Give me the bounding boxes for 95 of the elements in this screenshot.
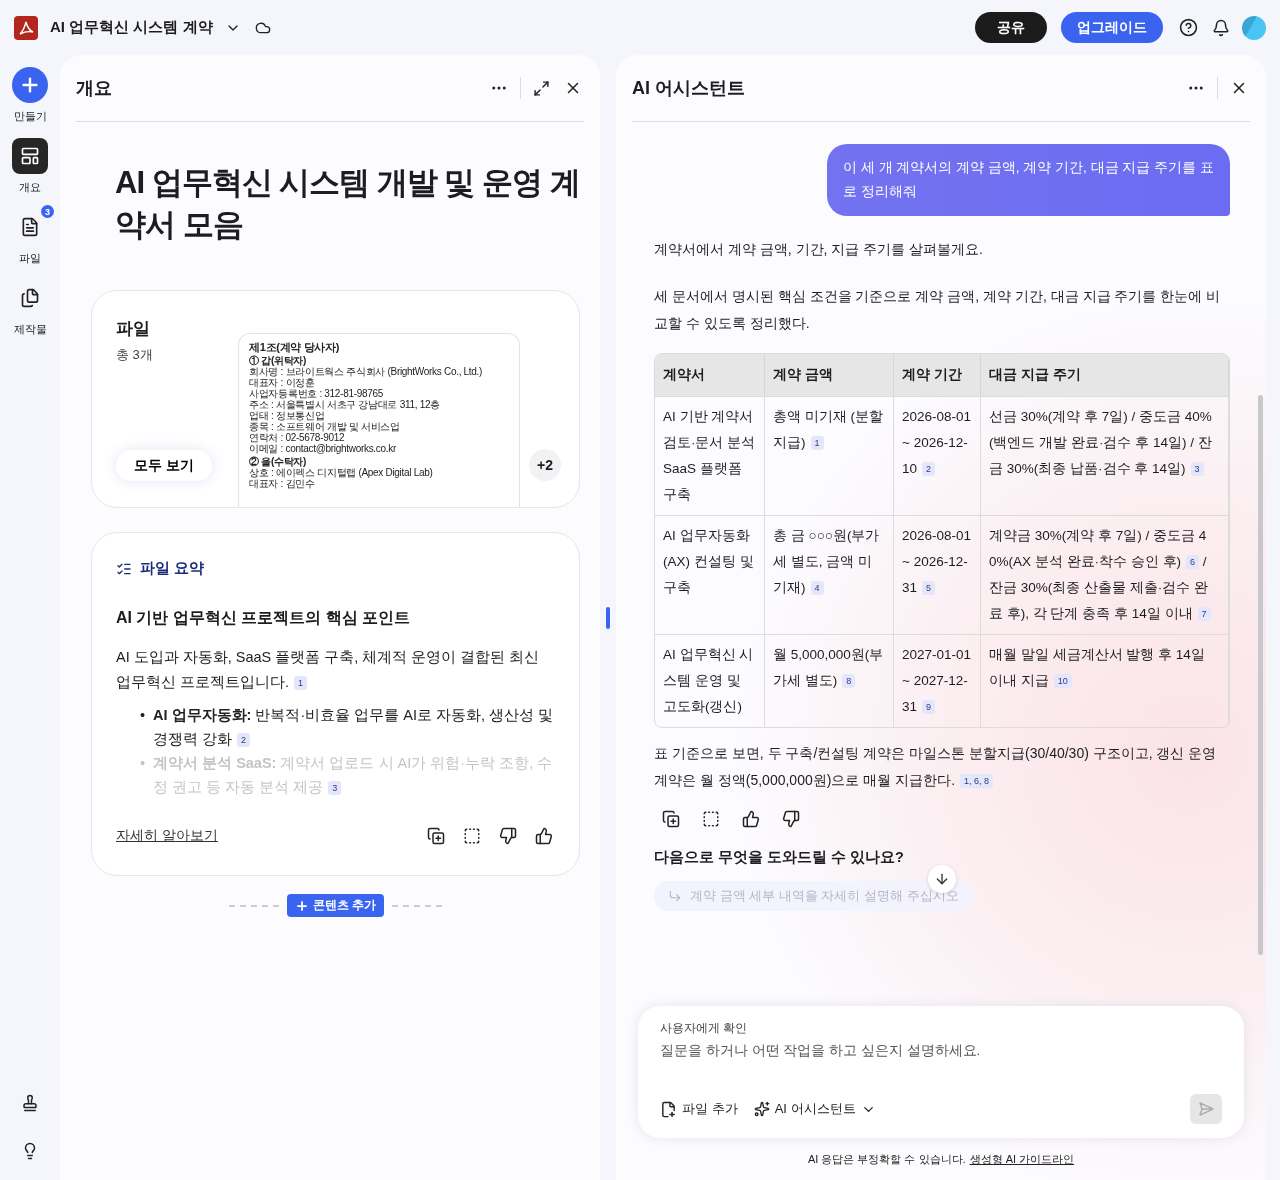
summary-bullet: 계약서 분석 SaaS: 계약서 업로드 시 AI가 위험·누락 조항, 수정 권고 등 자동 분석 제공 3 (153, 754, 554, 798)
thumbs-down-icon[interactable] (497, 825, 519, 847)
user-message: 이 세 개 계약서의 계약 금액, 계약 기간, 대금 지급 주기를 표로 정리해줘 (827, 144, 1230, 216)
add-file-button[interactable]: 파일 추가 (660, 1100, 738, 1118)
citation-chip[interactable]: 1 (294, 676, 308, 691)
sparkle-icon (753, 1101, 770, 1117)
citation-chip[interactable]: 8 (842, 674, 856, 689)
stacked-pages-icon (20, 288, 40, 308)
table-cell: AI 업무자동화(AX) 컨설팅 및 구축 (655, 515, 765, 634)
file-plus-icon (660, 1100, 677, 1118)
summary-bullet: AI 업무자동화: 반복적·비효율 업무를 AI로 자동화, 생산성 및 경쟁력 강화 2 (153, 706, 555, 750)
citation-chip[interactable]: 2 (237, 733, 251, 748)
document-preview[interactable] (238, 333, 520, 507)
assistant-text: 계약서에서 계약 금액, 기간, 지급 주기를 살펴볼게요. (654, 240, 984, 259)
thumbs-down-icon[interactable] (780, 808, 802, 830)
add-copy-icon[interactable] (660, 808, 682, 830)
document-icon (20, 217, 40, 237)
bullet-marker: • (140, 706, 146, 725)
upgrade-button[interactable]: 업그레이드 (1061, 12, 1163, 43)
table-cell: 2026-08-01 ~ 2026-12-31 5 (894, 515, 981, 634)
citation-chip[interactable]: 3 (1190, 462, 1204, 477)
citation-chip[interactable]: 7 (1197, 607, 1211, 622)
citation-chip[interactable]: 3 (328, 781, 342, 796)
document-text: 사업자등록번호 : 312-81-98765 (249, 388, 384, 399)
table-cell: 총액 미기재 (분할 지급) 1 (765, 396, 894, 515)
summary-paragraph: AI 도입과 자동화, SaaS 플랫폼 구축, 체계적 운영이 결합된 최신 업무혁신 프로젝트입니다. 1 (116, 648, 541, 693)
resize-handle[interactable] (606, 606, 610, 629)
guidelines-link[interactable]: 생성형 AI 가이드라인 (969, 1151, 1075, 1167)
column-header: 대금 지급 주기 (981, 354, 1229, 396)
document-text: 종목 : 소프트웨어 개발 및 서비스업 (249, 421, 401, 432)
table-cell: 월 5,000,000원(부가세 별도) 8 (765, 634, 894, 727)
learn-more-link[interactable]: 자세히 알아보기 (116, 827, 411, 845)
document-text: 대표자 : 이정훈 (249, 377, 316, 388)
rail-item[interactable]: 제작물 (12, 280, 48, 337)
document-text: 대표자 : 김민수 (249, 478, 316, 489)
scrollbar[interactable] (1258, 395, 1263, 955)
send-icon (1198, 1101, 1214, 1117)
chat-input-field[interactable]: 질문을 하거나 어떤 작업을 하고 싶은지 설명하세요. (660, 1043, 1222, 1058)
column-header: 계약서 (655, 354, 765, 396)
citation-chip[interactable]: 4 (810, 581, 824, 596)
table-cell: AI 기반 계약서 검토·문서 분석 SaaS 플랫폼 구축 (655, 396, 765, 515)
document-text: 이메일 : contact@brightworks.co.kr (249, 443, 397, 454)
corner-arrow-icon (668, 889, 682, 903)
more-files-count[interactable]: +2 (529, 449, 561, 481)
table-cell: 매월 말일 세금계산서 발행 후 14일 이내 지급 10 (981, 634, 1229, 727)
citation-chip[interactable]: 9 (922, 700, 936, 715)
view-all-button[interactable]: 모두 보기 (116, 450, 212, 481)
column-header: 계약 금액 (765, 354, 894, 396)
add-copy-icon[interactable] (425, 825, 447, 847)
avatar[interactable] (1242, 15, 1266, 40)
file-count: 총 3개 (116, 346, 154, 364)
table-cell: 선금 30%(계약 후 7일) / 중도금 40%(백엔드 개발 완료·검수 후 14일) / 잔금 30%(최종 납품·검수 후 14일) 3 (981, 396, 1229, 515)
citation-chip[interactable]: 5 (922, 581, 936, 596)
table-cell: 2027-01-01 ~ 2027-12-31 9 (894, 634, 981, 727)
assistant-text: 세 문서에서 명시된 핵심 조건을 기준으로 계약 금액, 계약 기간, 대금 지급 주기를 한눈에 비교할 수 있도록 정리했다. (654, 287, 1222, 333)
app-logo (14, 15, 38, 40)
citation-chip[interactable]: 10 (1053, 674, 1072, 689)
summary-label: 파일 요약 (116, 559, 555, 578)
help-icon[interactable] (1177, 16, 1200, 39)
assistant-mode-button[interactable]: AI 어시스턴트 (753, 1100, 876, 1118)
document-text: 회사명 : 브라이트웍스 주식회사 (BrightWorks Co., Ltd.) (249, 366, 484, 377)
next-heading: 다음으로 무엇을 도와드릴 수 있나요? (654, 848, 905, 867)
add-content-button[interactable]: 콘텐츠 추가 (286, 894, 385, 917)
plus-icon (294, 898, 309, 913)
count-badge: 3 (41, 205, 54, 218)
document-text: 제1조(계약 당사자) (249, 342, 341, 353)
panel-title: 개요 (76, 77, 113, 100)
bullet-marker: • (140, 754, 146, 773)
summary-heading: AI 기반 업무혁신 프로젝트의 핵심 포인트 (116, 608, 412, 628)
overview-title: AI 업무혁신 시스템 개발 및 운영 계약서 모음 (115, 164, 581, 244)
document-text: 연락처 : 02-5678-9012 (249, 432, 346, 443)
document-text: 업태 : 정보통신업 (249, 410, 326, 421)
table-cell: 계약금 30%(계약 후 7일) / 중도금 40%(AX 분석 완료·착수 승인 후) 6 / 잔금 30%(최종 산출물 제출·검수 완료 후), 각 단계 충족 후 14일 이내 7 (981, 515, 1229, 634)
citation-chip[interactable]: 1, 6, 8 (960, 774, 994, 789)
disclaimer-text: AI 응답은 부정확할 수 있습니다. (807, 1151, 966, 1167)
citation-chip[interactable]: 1 (810, 436, 824, 451)
document-text: ② 을(수탁자) (249, 456, 307, 467)
citation-chip[interactable]: 6 (1186, 555, 1200, 570)
thumbs-up-icon[interactable] (533, 825, 555, 847)
document-text: 주소 : 서울특별시 서초구 강남대로 311, 12층 (249, 399, 441, 410)
citation-chip[interactable]: 2 (922, 462, 936, 477)
table-cell: 2026-08-01 ~ 2026-12-10 2 (894, 396, 981, 515)
arrow-down-icon (934, 871, 950, 887)
assistant-text: 표 기준으로 보면, 두 구축/컨설팅 계약은 마일스톤 분할지급(30/40/30) 구조이고, 갱신 운영 계약은 월 정액(5,000,000원)으로 매월 지급한다. 1, 6, 8 (654, 744, 1218, 791)
document-title: AI 업무혁신 시스템 계약 (50, 18, 213, 37)
share-button[interactable]: 공유 (975, 12, 1047, 43)
card-heading: 파일 (116, 318, 151, 340)
column-header: 계약 기간 (894, 354, 981, 396)
document-text: ① 갑(위탁자) (249, 355, 307, 366)
panel-title: AI 어시스턴트 (632, 77, 746, 100)
table-cell: 총 금 ○○○원(부가세 별도, 금액 미기재) 4 (765, 515, 894, 634)
thumbs-up-icon[interactable] (740, 808, 762, 830)
document-text: 상호 : 에이펙스 디지털랩 (Apex Digital Lab) (249, 467, 434, 478)
table-cell: AI 업무혁신 시스템 운영 및 고도화(갱신) (655, 634, 765, 727)
input-label: 사용자에게 확인 (660, 1020, 749, 1037)
